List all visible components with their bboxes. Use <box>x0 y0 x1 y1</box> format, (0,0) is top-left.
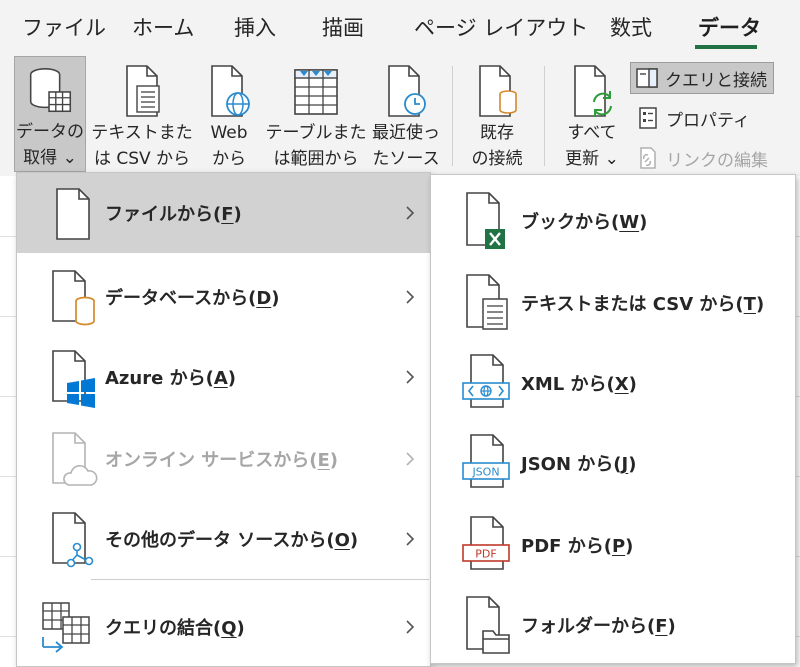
json-badge-text: JSON <box>471 466 499 479</box>
submenu-item-from-pdf[interactable]: PDF PDF から(P) <box>431 505 795 585</box>
menu-item-from-azure[interactable]: Azure から(A) <box>17 337 430 417</box>
submenu-item-from-workbook[interactable]: ブックから(W) <box>431 181 795 261</box>
menu-item-from-online-services[interactable]: オンライン サービスから(E) <box>17 419 430 499</box>
submenu-item-from-xml[interactable]: XML から(X) <box>431 343 795 423</box>
tab-draw[interactable]: 描画 <box>322 12 364 42</box>
file-icon <box>56 188 90 240</box>
recent-clock-icon <box>388 65 426 117</box>
pdf-icon: PDF <box>462 516 510 570</box>
submenu-item-from-folder[interactable]: フォルダーから(F) <box>431 585 795 665</box>
tab-page-layout[interactable]: ページ レイアウト <box>414 12 588 42</box>
from-other-sources-label: その他のデータ ソースから(O) <box>105 530 359 551</box>
refresh-all-label-1: すべて <box>567 123 617 143</box>
existing-conn-label-1: 既存 <box>480 123 514 143</box>
from-online-services-label: オンライン サービスから(E) <box>105 450 339 471</box>
cloud-icon <box>52 432 98 486</box>
recent-sources-button[interactable]: 最近使っ たソース <box>368 56 444 172</box>
properties-icon <box>639 107 657 129</box>
recent-sources-label-2: たソース <box>372 149 440 169</box>
pdf-badge-text: PDF <box>475 548 496 561</box>
folder-icon <box>466 596 510 654</box>
table-range-label-2: は範囲から <box>273 149 359 169</box>
tab-data[interactable]: データ <box>698 12 761 42</box>
from-json-label: JSON から(J) <box>521 454 637 475</box>
get-data-label-2: 取得 ⌄ <box>23 148 77 168</box>
queries-connections-label: クエリと接続 <box>665 70 767 91</box>
from-table-range-button[interactable]: テーブルまた は範囲から <box>264 56 368 172</box>
menu-item-combine-queries[interactable]: クエリの結合(Q) <box>17 587 430 667</box>
tab-formulas[interactable]: 数式 <box>610 12 652 42</box>
from-text-csv-label: テキストまたは CSV から(T) <box>521 294 765 315</box>
azure-icon <box>52 350 95 408</box>
refresh-all-button[interactable]: すべて 更新 ⌄ <box>558 56 626 172</box>
from-azure-label: Azure から(A) <box>105 368 236 389</box>
from-file-label: ファイルから(F) <box>105 204 242 225</box>
chevron-right-icon <box>406 532 415 546</box>
from-file-submenu: ブックから(W) テキストまたは CSV から(T) XML から(X) JSO… <box>430 174 796 664</box>
ribbon-data: データの 取得 ⌄ テキストまた は CSV から Web から テーブルまた … <box>0 56 800 176</box>
menu-item-from-database[interactable]: データベースから(D) <box>17 257 430 337</box>
text-file-icon <box>466 274 508 330</box>
properties-label: プロパティ <box>666 110 750 131</box>
from-folder-label: フォルダーから(F) <box>521 616 676 637</box>
refresh-icon <box>574 65 612 117</box>
chevron-right-icon <box>406 452 415 466</box>
text-csv-label-1: テキストまた <box>91 123 193 143</box>
recent-sources-label-1: 最近使っ <box>372 123 440 143</box>
edit-links-label: リンクの編集 <box>666 150 768 171</box>
text-file-icon <box>126 65 160 117</box>
chevron-right-icon <box>406 290 415 304</box>
web-label-2: から <box>212 149 246 169</box>
refresh-all-label-2: 更新 ⌄ <box>565 149 619 169</box>
get-data-button[interactable]: データの 取得 ⌄ <box>14 56 86 172</box>
menu-divider <box>91 579 429 580</box>
database-icon <box>52 270 95 326</box>
submenu-item-from-text-csv[interactable]: テキストまたは CSV から(T) <box>431 263 795 343</box>
queries-connections-button[interactable]: クエリと接続 <box>630 62 774 94</box>
from-pdf-label: PDF から(P) <box>521 536 634 557</box>
table-range-icon <box>294 69 338 115</box>
get-data-label-1: データの <box>16 122 84 142</box>
submenu-item-from-json[interactable]: JSON JSON から(J) <box>431 423 795 503</box>
menu-item-from-other-sources[interactable]: その他のデータ ソースから(O) <box>17 499 430 579</box>
edit-links-icon <box>640 147 656 169</box>
ribbon-separator <box>544 66 545 166</box>
table-range-label-1: テーブルまた <box>265 123 367 143</box>
from-web-button[interactable]: Web から <box>200 56 258 172</box>
excel-workbook-icon <box>466 192 505 249</box>
chevron-right-icon <box>406 620 415 634</box>
json-icon: JSON <box>462 434 510 488</box>
tab-file[interactable]: ファイル <box>22 12 106 42</box>
active-tab-indicator <box>695 45 757 49</box>
edit-links-button[interactable]: リンクの編集 <box>632 142 774 174</box>
existing-connections-button[interactable]: 既存 の接続 <box>460 56 534 172</box>
get-data-menu: ファイルから(F) データベースから(D) Azure から(A) オンライン … <box>16 172 431 667</box>
text-csv-label-2: は CSV から <box>93 149 191 169</box>
from-workbook-label: ブックから(W) <box>521 212 648 233</box>
ribbon-separator <box>452 66 453 166</box>
tab-insert[interactable]: 挿入 <box>234 12 276 42</box>
properties-button[interactable]: プロパティ <box>632 102 756 134</box>
tab-home[interactable]: ホーム <box>132 12 194 42</box>
from-text-csv-button[interactable]: テキストまた は CSV から <box>90 56 194 172</box>
xml-icon <box>462 354 510 408</box>
existing-conn-label-2: の接続 <box>471 149 523 169</box>
from-xml-label: XML から(X) <box>521 374 637 395</box>
existing-connection-icon <box>479 65 517 117</box>
from-database-label: データベースから(D) <box>105 288 280 309</box>
combine-queries-label: クエリの結合(Q) <box>105 618 245 639</box>
menu-item-from-file[interactable]: ファイルから(F) <box>17 173 430 253</box>
chevron-right-icon <box>406 206 415 220</box>
combine-queries-icon <box>42 602 90 653</box>
queries-pane-icon <box>636 68 658 88</box>
ribbon-tabs: ファイル ホーム 挿入 描画 ページ レイアウト 数式 データ <box>0 0 800 56</box>
web-globe-icon <box>211 65 250 117</box>
chevron-right-icon <box>406 370 415 384</box>
other-sources-icon <box>52 512 94 568</box>
web-label-1: Web <box>210 123 248 143</box>
database-table-icon <box>29 68 72 113</box>
